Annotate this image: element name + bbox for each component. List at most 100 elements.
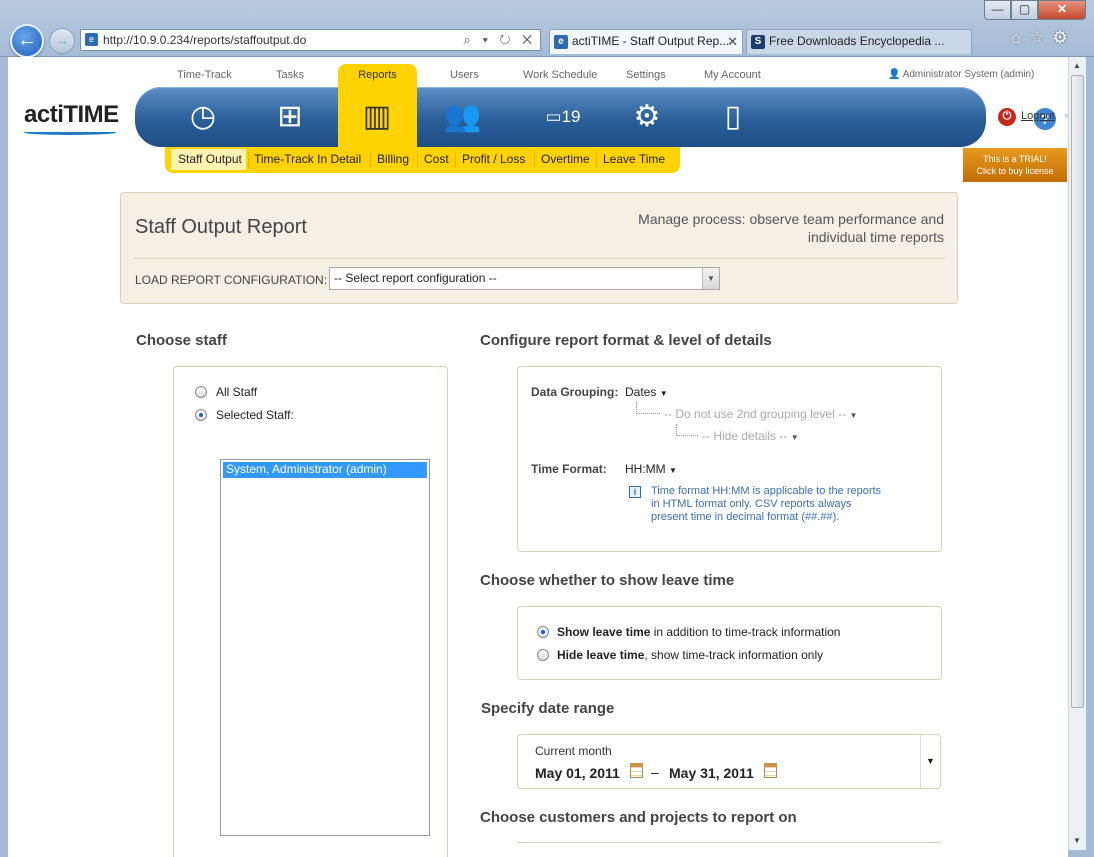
divider [417,151,418,168]
page-title: Staff Output Report [135,216,307,238]
chevron-down-icon: ▼ [659,389,668,398]
divider [534,151,535,168]
tab-title: Free Downloads Encyclopedia ... [769,34,945,48]
softpedia-favicon-icon: S [751,35,765,49]
scrollbar-thumb[interactable] [1071,75,1084,708]
tree-connector [636,402,660,414]
trial-sub: Click to buy license [976,166,1054,176]
date-dash: – [651,764,659,780]
page-content: Reports Time-Track Tasks Users Work Sche… [8,57,1068,857]
address-tools-icon[interactable]: ⌕ ▾ ↻ ✕ [464,30,536,50]
tab-actitime[interactable]: e actiTIME - Staff Output Rep... ✕ [549,29,743,54]
divider [596,151,597,168]
all-staff-radio[interactable] [195,386,207,398]
date-range-picker[interactable]: Current month May 01, 2011 – May 31, 201… [517,734,941,789]
section-date-range: Specify date range [481,700,615,717]
date-from[interactable]: May 01, 2011 [535,765,620,781]
logout-link[interactable]: Logout [1021,110,1055,122]
address-bar[interactable]: e http://10.9.0.234/reports/staffoutput.… [80,29,541,51]
show-leave-radio[interactable] [537,626,549,638]
chevron-down-icon[interactable]: ▼ [920,735,940,788]
scroll-up-icon[interactable]: ▲ [1073,61,1081,70]
vertical-scrollbar[interactable]: ▲ ▼ [1068,57,1086,850]
details-dropdown[interactable]: -- Hide details -- ▼ [702,429,799,443]
report-header-panel: Staff Output Report Manage process: obse… [120,192,958,304]
tree-connector [676,424,698,436]
calendar-icon[interactable] [764,763,777,778]
divider [370,151,371,168]
hide-leave-label[interactable]: Hide leave time, show time-track informa… [557,648,823,662]
browser-chrome: — ▢ ✕ ← → e http://10.9.0.234/reports/st… [0,0,1094,58]
logo-swoosh [24,130,116,135]
settings-gear-icon[interactable]: ⚙ [623,93,671,141]
chevron-down-icon: ▼ [790,433,799,442]
power-icon[interactable]: ⏻ [998,108,1016,126]
report-config-select[interactable]: -- Select report configuration -- ▼ [329,267,720,290]
bar-chart-icon[interactable]: ▥ [353,93,401,141]
maximize-button[interactable]: ▢ [1011,0,1038,20]
address-url: http://10.9.0.234/reports/staffoutput.do [103,33,307,47]
current-user: 👤 Administrator System (admin) [888,69,1035,80]
back-icon[interactable]: ← [10,24,44,58]
tab-title: actiTIME - Staff Output Rep... [572,34,730,48]
time-format-dropdown[interactable]: HH:MM ▼ [625,462,677,476]
users-icon[interactable]: 👥 [439,93,487,141]
top-nav-tasks[interactable]: Tasks [276,69,304,81]
subnav-time-track-detail[interactable]: Time-Track In Detail [254,152,361,166]
calendar-icon[interactable] [630,763,643,778]
chevron-down-icon[interactable]: ▼ [1062,111,1068,121]
top-nav-work-schedule[interactable]: Work Schedule [523,69,597,81]
close-tab-icon[interactable]: ✕ [727,30,738,53]
load-config-label: LOAD REPORT CONFIGURATION: [135,273,328,287]
actitime-logo[interactable]: actiTIME [24,101,119,129]
trial-badge[interactable]: This is a TRIAL! Click to buy license [963,148,1067,182]
top-nav-time-track[interactable]: Time-Track [177,69,232,81]
show-leave-label[interactable]: Show leave time in addition to time-trac… [557,625,840,639]
close-window-button[interactable]: ✕ [1038,0,1086,20]
second-grouping-dropdown[interactable]: -- Do not use 2nd grouping level -- ▼ [664,407,857,421]
window-frame [1086,57,1094,857]
top-nav-my-account[interactable]: My Account [704,69,761,81]
forward-icon[interactable]: → [49,28,75,54]
selected-staff-radio[interactable] [195,409,207,421]
top-nav: Reports Time-Track Tasks Users Work Sche… [8,57,1068,94]
selected-staff-label[interactable]: Selected Staff: [216,408,294,422]
subnav-leave-time[interactable]: Leave Time [603,152,665,166]
chevron-down-icon[interactable]: ▼ [702,268,719,289]
section-customers: Choose customers and projects to report … [480,809,797,826]
chevron-down-icon: ▼ [849,411,858,420]
account-card-icon[interactable]: ▯ [709,93,757,141]
grouping-dropdown[interactable]: Dates ▼ [625,385,668,399]
time-format-info: Time format HH:MM is applicable to the r… [651,485,882,523]
top-nav-settings[interactable]: Settings [626,69,666,81]
calendar-icon[interactable]: ▭19 [539,93,587,141]
browser-toolbar-icons[interactable]: ⌂☆⚙ [1011,28,1076,48]
subnav-cost[interactable]: Cost [424,152,449,166]
scroll-down-icon[interactable]: ▼ [1073,836,1081,845]
reports-sub-nav: Staff Output Time-Track In Detail Billin… [165,147,680,173]
window-frame [0,57,8,857]
subnav-overtime[interactable]: Overtime [541,152,590,166]
actitime-favicon-icon: e [554,35,568,49]
hide-leave-radio[interactable] [537,649,549,661]
clock-icon[interactable]: ◷ [179,93,227,141]
minimize-button[interactable]: — [984,0,1011,20]
section-leave-time: Choose whether to show leave time [480,572,735,589]
divider [133,258,945,259]
customers-box [517,842,941,857]
section-report-format: Configure report format & level of detai… [480,332,772,349]
date-to[interactable]: May 31, 2011 [669,765,754,781]
all-staff-label[interactable]: All Staff [216,385,257,399]
section-choose-staff: Choose staff [136,332,227,349]
divider [248,151,249,168]
list-item[interactable]: System, Administrator (admin) [223,462,427,478]
subnav-profit-loss[interactable]: Profit / Loss [462,152,525,166]
top-nav-users[interactable]: Users [450,69,479,81]
date-preset: Current month [535,744,612,758]
tab-softpedia[interactable]: S Free Downloads Encyclopedia ... [746,29,972,54]
subnav-staff-output[interactable]: Staff Output [178,152,242,166]
staff-listbox[interactable]: System, Administrator (admin) [220,459,430,836]
chevron-down-icon: ▼ [669,466,677,475]
subnav-billing[interactable]: Billing [377,152,409,166]
task-tree-icon[interactable]: ⊞ [266,93,314,141]
